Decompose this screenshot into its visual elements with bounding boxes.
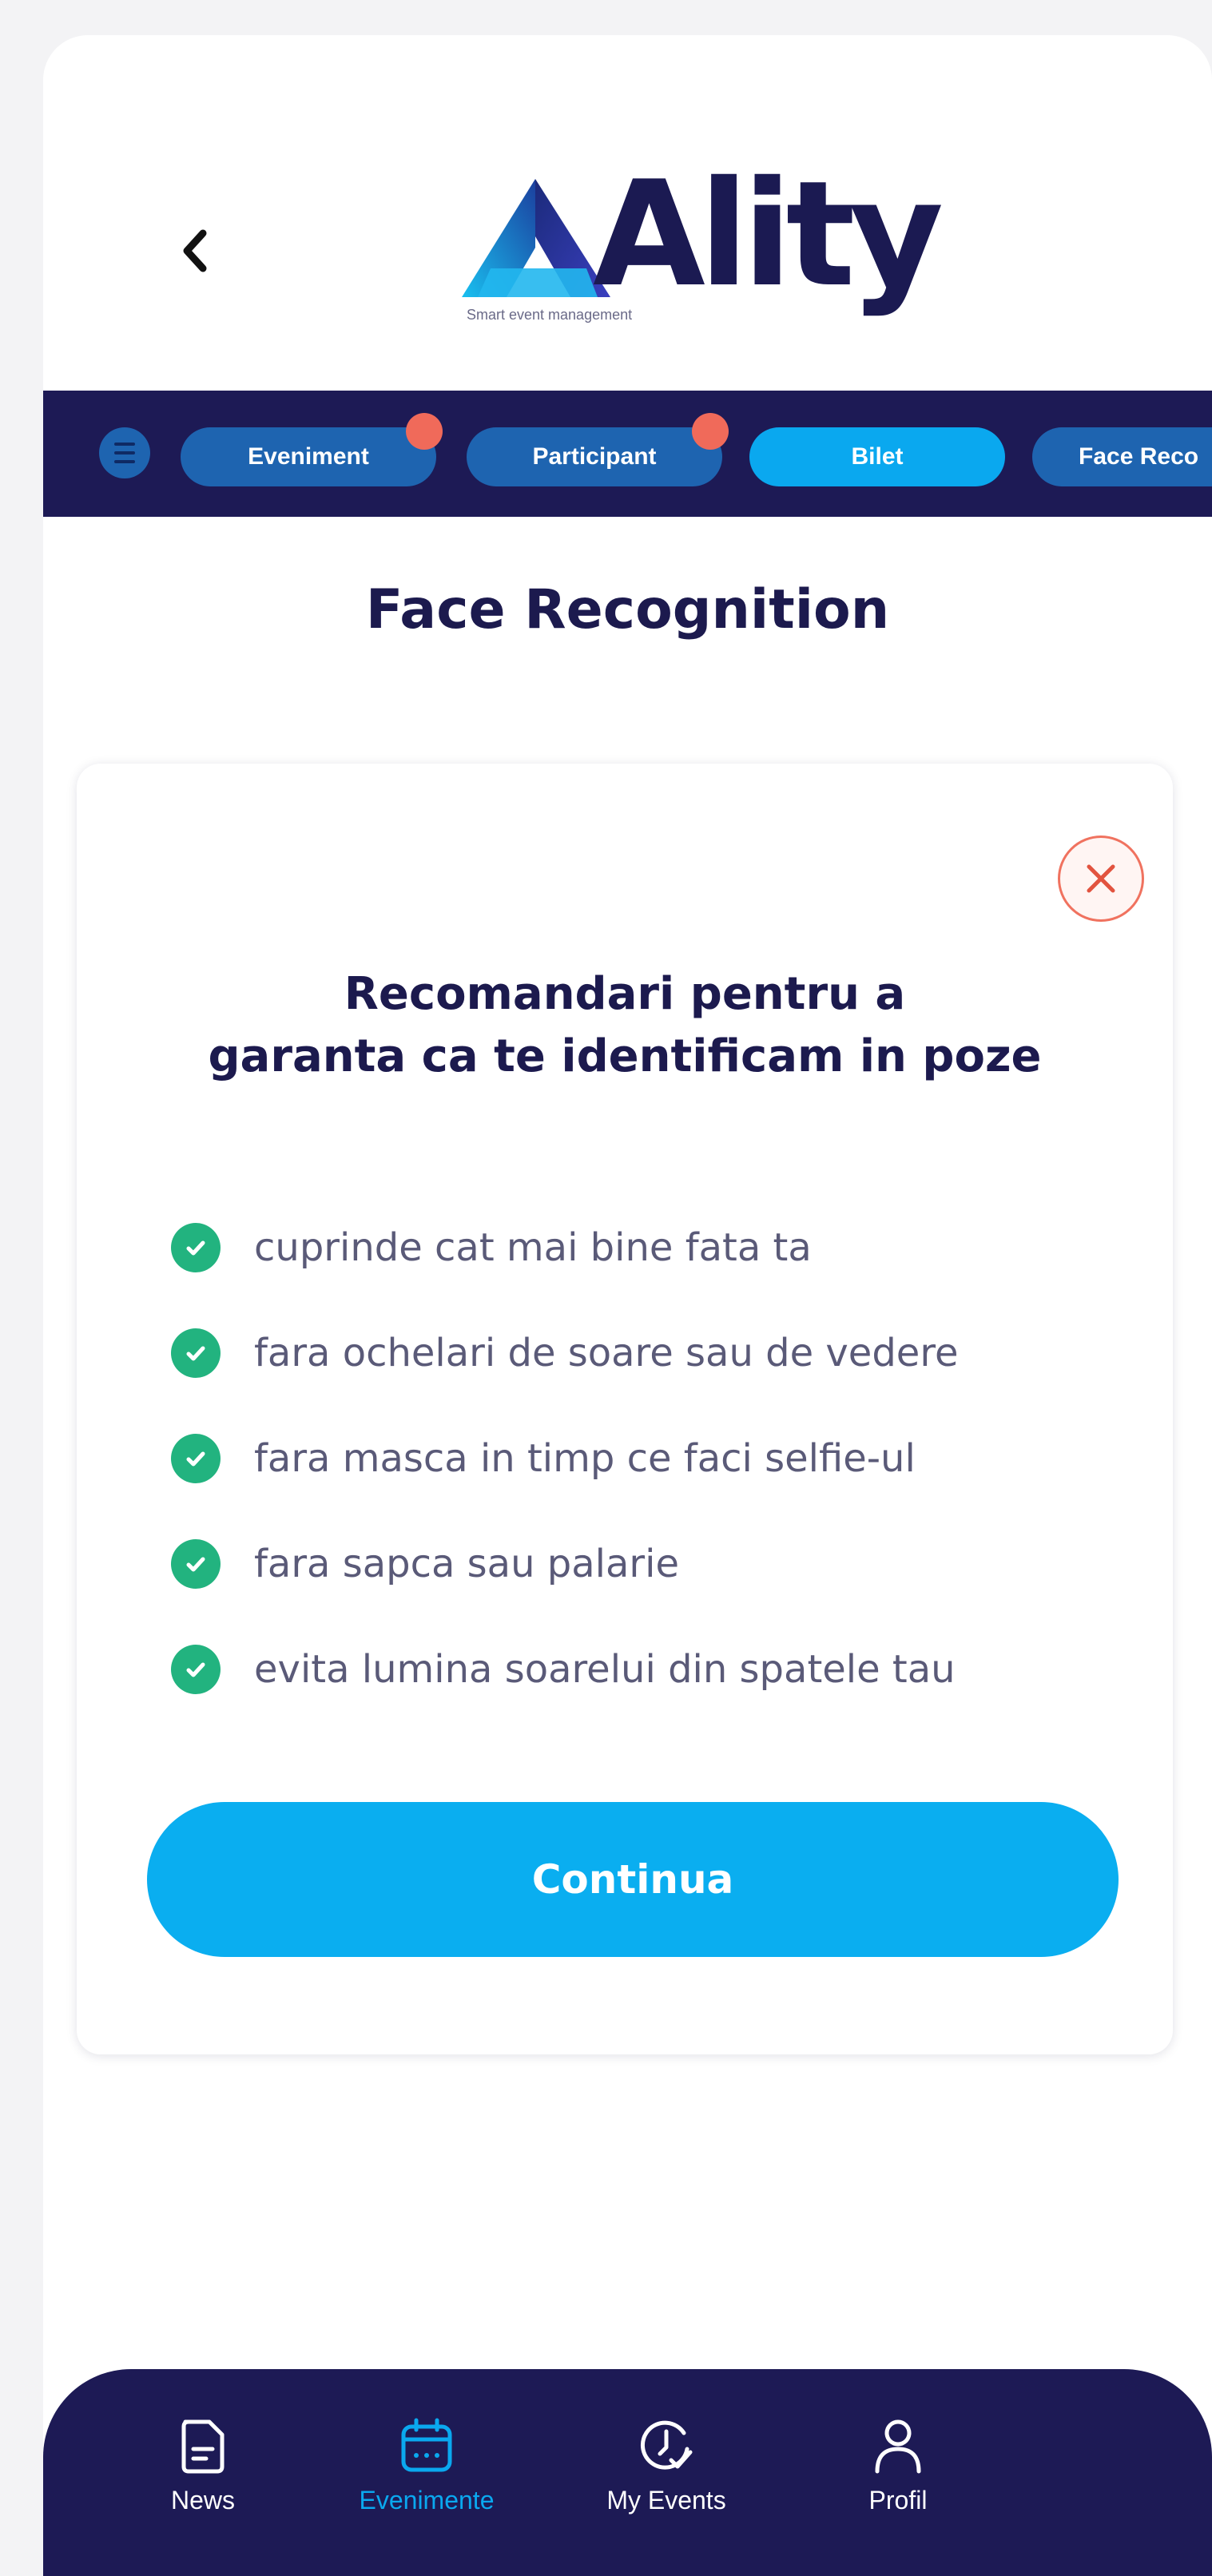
nav-item-news[interactable]: News: [99, 2417, 307, 2515]
card-title-line: garanta ca te identificam in poze: [208, 1030, 1042, 1082]
card-title: Recomandari pentru a garanta ca te ident…: [77, 963, 1173, 1088]
tab-label: Bilet: [851, 443, 904, 470]
logo-tagline: Smart event management: [467, 307, 633, 323]
check-circle-icon: [171, 1223, 221, 1272]
notification-dot: [692, 413, 729, 450]
ality-logo: Ality Smart event management: [459, 161, 944, 371]
card-title-line: Recomandari pentru a: [344, 968, 906, 1020]
bottom-navigation: News Evenimente My Events Profil: [43, 2369, 1212, 2576]
menu-icon-line: [114, 451, 135, 454]
recommendations-list: cuprinde cat mai bine fata ta fara ochel…: [171, 1195, 959, 1722]
calendar-icon: [401, 2418, 452, 2472]
recommendation-text: fara masca in timp ce faci selfie-ul: [254, 1436, 916, 1481]
tab-face-recognition[interactable]: Face Reco: [1032, 427, 1212, 486]
nav-item-profil[interactable]: Profil: [794, 2417, 1002, 2515]
list-item: cuprinde cat mai bine fata ta: [171, 1195, 959, 1300]
menu-button[interactable]: [99, 427, 150, 478]
event-tabs-bar: Eveniment Participant Bilet Face Reco: [43, 391, 1212, 517]
nav-item-my-events[interactable]: My Events: [562, 2417, 770, 2515]
nav-label: Profil: [868, 2486, 928, 2514]
back-button[interactable]: [163, 219, 227, 283]
tab-eveniment[interactable]: Eveniment: [181, 413, 443, 486]
notification-dot: [406, 413, 443, 450]
clock-check-icon: [640, 2420, 693, 2470]
list-item: fara ochelari de soare sau de vedere: [171, 1300, 959, 1406]
tab-label: Participant: [532, 443, 657, 470]
recommendation-text: fara ochelari de soare sau de vedere: [254, 1331, 959, 1375]
list-item: fara sapca sau palarie: [171, 1511, 959, 1617]
tab-participant[interactable]: Participant: [467, 413, 729, 486]
check-circle-icon: [171, 1328, 221, 1378]
logo-text: Ality: [593, 149, 944, 319]
check-circle-icon: [171, 1434, 221, 1483]
continue-button[interactable]: Continua: [147, 1802, 1119, 1957]
menu-icon-line: [114, 460, 135, 463]
tab-label: Face Reco: [1079, 443, 1199, 470]
phone-screen: Ality Smart event management Eveniment P…: [43, 35, 1212, 2576]
tab-bilet[interactable]: Bilet: [749, 427, 1005, 486]
recommendation-text: evita lumina soarelui din spatele tau: [254, 1647, 956, 1692]
nav-label: Evenimente: [359, 2486, 495, 2514]
close-button[interactable]: [1058, 836, 1144, 922]
recommendation-text: cuprinde cat mai bine fata ta: [254, 1225, 812, 1270]
tab-label: Eveniment: [248, 443, 369, 470]
chevron-left-icon: [183, 229, 207, 272]
list-item: evita lumina soarelui din spatele tau: [171, 1617, 959, 1722]
recommendations-card: Recomandari pentru a garanta ca te ident…: [77, 764, 1173, 2054]
page-title: Face Recognition: [365, 578, 890, 641]
check-circle-icon: [171, 1645, 221, 1694]
nav-label: News: [170, 2486, 235, 2514]
check-circle-icon: [171, 1539, 221, 1589]
close-icon: [1087, 864, 1115, 893]
news-icon: [181, 2419, 225, 2474]
recommendation-text: fara sapca sau palarie: [254, 1542, 680, 1586]
nav-label: My Events: [606, 2486, 726, 2514]
menu-icon-line: [114, 443, 135, 446]
profile-icon: [875, 2419, 921, 2474]
list-item: fara masca in timp ce faci selfie-ul: [171, 1406, 959, 1511]
nav-item-evenimente[interactable]: Evenimente: [323, 2417, 530, 2515]
